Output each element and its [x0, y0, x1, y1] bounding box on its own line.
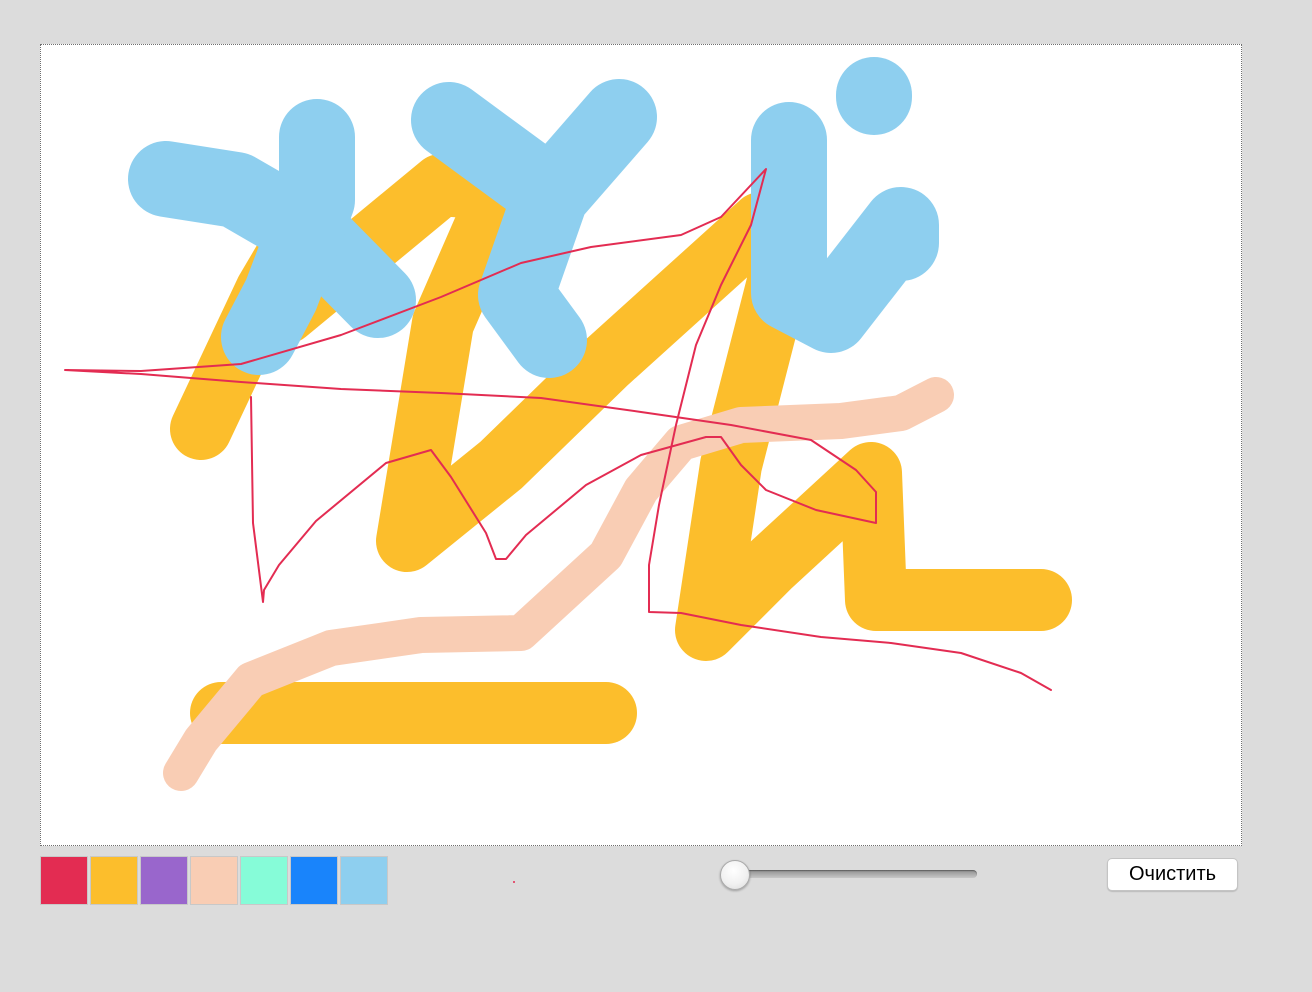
- color-swatch-6[interactable]: [290, 856, 338, 905]
- color-swatch-1[interactable]: [40, 856, 88, 905]
- color-swatch-4[interactable]: [190, 856, 238, 905]
- drawing-surface[interactable]: [41, 45, 1242, 846]
- color-palette: [40, 856, 390, 905]
- color-swatch-5[interactable]: [240, 856, 288, 905]
- slider-thumb[interactable]: [720, 860, 750, 890]
- clear-button[interactable]: Очистить: [1107, 858, 1238, 891]
- slider-track[interactable]: [733, 870, 977, 878]
- color-swatch-3[interactable]: [140, 856, 188, 905]
- color-swatch-7[interactable]: [340, 856, 388, 905]
- paint-app: Очистить: [0, 0, 1312, 992]
- blue-stroke-i: [751, 102, 939, 353]
- drawing-canvas[interactable]: [40, 44, 1242, 846]
- brush-size-preview: [513, 881, 515, 883]
- brush-size-slider[interactable]: [719, 859, 981, 891]
- color-swatch-2[interactable]: [90, 856, 138, 905]
- blue-strokes: [128, 57, 939, 378]
